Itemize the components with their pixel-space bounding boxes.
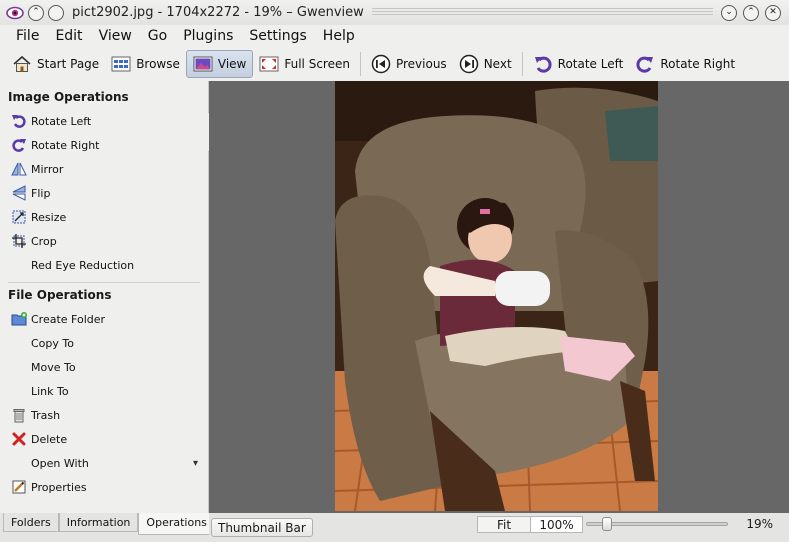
sidebar: Image Operations Rotate Left Rotate Righ… bbox=[0, 81, 209, 513]
delete-icon bbox=[12, 432, 26, 446]
zoom-percent: 19% bbox=[746, 517, 773, 531]
photo bbox=[335, 81, 658, 511]
rotate-left-button[interactable]: Rotate Left bbox=[527, 50, 630, 78]
rotate-left-icon bbox=[12, 115, 26, 128]
browse-grid-icon bbox=[111, 56, 131, 72]
tab-information[interactable]: Information bbox=[58, 513, 139, 532]
op-copy-to[interactable]: Copy To bbox=[0, 331, 208, 355]
trash-icon bbox=[13, 409, 25, 423]
thumbnail-bar-button[interactable]: Thumbnail Bar bbox=[211, 518, 313, 537]
op-rotate-right[interactable]: Rotate Right bbox=[0, 133, 208, 157]
op-crop[interactable]: Crop bbox=[0, 229, 208, 253]
tab-operations[interactable]: Operations bbox=[138, 513, 215, 535]
start-page-button[interactable]: Start Page bbox=[6, 50, 105, 78]
view-image-icon bbox=[193, 56, 213, 72]
rotate-right-button[interactable]: Rotate Right bbox=[629, 50, 741, 78]
keep-above-icon[interactable]: ⌃ bbox=[28, 4, 44, 21]
previous-icon bbox=[371, 54, 391, 74]
full-screen-icon bbox=[259, 56, 279, 72]
menu-bar: File Edit View Go Plugins Settings Help bbox=[0, 25, 789, 47]
menu-plugins[interactable]: Plugins bbox=[175, 28, 241, 44]
resize-icon bbox=[12, 210, 26, 224]
minimize-button[interactable]: ⌄ bbox=[721, 4, 737, 21]
next-button[interactable]: Next bbox=[453, 50, 518, 78]
status-bar: Thumbnail Bar Fit 100% 19% bbox=[209, 513, 789, 542]
op-resize[interactable]: Resize bbox=[0, 205, 208, 229]
op-properties[interactable]: Properties bbox=[0, 475, 208, 499]
menu-go[interactable]: Go bbox=[140, 28, 175, 44]
sidebar-tabs: Folders Information Operations bbox=[0, 513, 215, 542]
zoom-slider-handle[interactable] bbox=[601, 517, 612, 531]
zoom-slider[interactable] bbox=[586, 517, 728, 531]
main-toolbar: Start Page Browse View Full Screen Previ bbox=[0, 47, 789, 81]
browse-button[interactable]: Browse bbox=[105, 50, 186, 78]
mirror-icon bbox=[11, 162, 27, 176]
op-move-to[interactable]: Move To bbox=[0, 355, 208, 379]
view-button[interactable]: View bbox=[185, 50, 254, 78]
create-folder-icon bbox=[11, 312, 27, 326]
image-operations-title: Image Operations bbox=[8, 90, 129, 104]
properties-icon bbox=[12, 480, 26, 494]
flip-icon bbox=[12, 185, 26, 201]
menu-edit[interactable]: Edit bbox=[47, 28, 90, 44]
rotate-right-icon bbox=[12, 139, 26, 152]
op-mirror[interactable]: Mirror bbox=[0, 157, 208, 181]
op-open-with[interactable]: Open With ▾ bbox=[0, 451, 208, 475]
op-red-eye-reduction[interactable]: Red Eye Reduction bbox=[0, 253, 208, 277]
on-all-desktops-icon[interactable] bbox=[48, 4, 64, 21]
window-title: pict2902.jpg - 1704x2272 - 19% – Gwenvie… bbox=[72, 5, 364, 20]
menu-help[interactable]: Help bbox=[315, 28, 363, 44]
previous-button[interactable]: Previous bbox=[365, 50, 453, 78]
op-create-folder[interactable]: Create Folder bbox=[0, 307, 208, 331]
close-button[interactable]: ✕ bbox=[765, 4, 781, 21]
menu-file[interactable]: File bbox=[8, 28, 47, 44]
op-flip[interactable]: Flip bbox=[0, 181, 208, 205]
full-screen-button[interactable]: Full Screen bbox=[253, 50, 356, 78]
home-icon bbox=[13, 55, 31, 72]
op-rotate-left[interactable]: Rotate Left bbox=[0, 109, 208, 133]
expand-chevron-icon[interactable]: ▾ bbox=[193, 458, 198, 469]
file-operations-title: File Operations bbox=[8, 288, 112, 302]
tab-folders[interactable]: Folders bbox=[3, 513, 59, 532]
menu-view[interactable]: View bbox=[91, 28, 140, 44]
rotate-left-icon bbox=[534, 56, 552, 73]
zoom-fit-button[interactable]: Fit bbox=[478, 517, 530, 532]
crop-icon bbox=[12, 234, 26, 248]
op-link-to[interactable]: Link To bbox=[0, 379, 208, 403]
gwenview-app-icon[interactable] bbox=[6, 4, 24, 22]
zoom-100-button[interactable]: 100% bbox=[530, 517, 582, 532]
title-bar: ⌃ pict2902.jpg - 1704x2272 - 19% – Gwenv… bbox=[0, 0, 789, 25]
op-delete[interactable]: Delete bbox=[0, 427, 208, 451]
image-viewer[interactable] bbox=[209, 81, 789, 513]
next-icon bbox=[459, 54, 478, 74]
maximize-button[interactable]: ⌃ bbox=[743, 4, 759, 21]
rotate-right-icon bbox=[636, 56, 654, 73]
menu-settings[interactable]: Settings bbox=[241, 28, 314, 44]
photo-image bbox=[335, 81, 658, 511]
op-trash[interactable]: Trash bbox=[0, 403, 208, 427]
zoom-buttons: Fit 100% bbox=[477, 516, 583, 533]
